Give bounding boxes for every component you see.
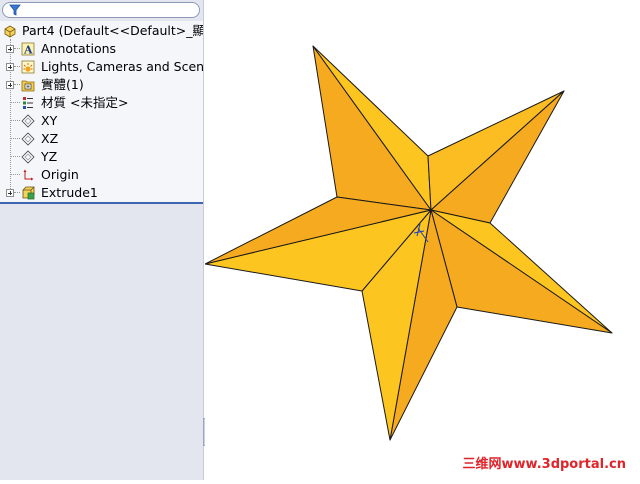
star-model[interactable]	[204, 0, 640, 480]
expand-toggle[interactable]	[6, 63, 14, 71]
tree-item-plane-xy[interactable]: XY	[0, 112, 203, 130]
material-icon	[23, 97, 33, 109]
feature-tree: Part4 (Default<<Default>_顯示: A Annotatio…	[0, 21, 203, 204]
filter-funnel-icon[interactable]	[9, 4, 21, 16]
feature-manager-panel: Part4 (Default<<Default>_顯示: A Annotatio…	[0, 0, 204, 480]
expand-toggle[interactable]	[6, 81, 14, 89]
plane-icon	[21, 132, 35, 146]
tree-item-label: Origin	[41, 167, 79, 182]
extrude-icon	[22, 186, 35, 200]
star-facet	[430, 209, 613, 334]
plane-icon	[21, 114, 35, 128]
tree-item-label: 實體(1)	[41, 77, 84, 92]
tree-item-extrude1[interactable]: Extrude1	[0, 184, 203, 202]
lights-icon	[21, 60, 35, 74]
feature-filter-bar[interactable]	[2, 2, 200, 18]
tree-item-label: Extrude1	[41, 185, 98, 200]
tree-item-plane-yz[interactable]: YZ	[0, 148, 203, 166]
expand-toggle[interactable]	[6, 189, 14, 197]
tree-item-solid-bodies[interactable]: 實體(1)	[0, 76, 203, 94]
annotations-icon: A	[21, 42, 35, 56]
svg-text:A: A	[23, 44, 33, 57]
tree-item-label: 材質 <未指定>	[41, 95, 129, 110]
tree-item-label: Annotations	[41, 41, 117, 56]
graphics-viewport[interactable]: 三维网www.3dportal.cn	[204, 0, 640, 480]
plane-icon	[21, 150, 35, 164]
tree-item-material[interactable]: 材質 <未指定>	[0, 94, 203, 112]
tree-bottom-divider	[0, 202, 203, 204]
tree-item-lights-cameras-scene[interactable]: Lights, Cameras and Scene	[0, 58, 203, 76]
tree-item-origin[interactable]: Origin	[0, 166, 203, 184]
tree-root-part[interactable]: Part4 (Default<<Default>_顯示:	[0, 22, 203, 40]
part-icon	[4, 25, 16, 38]
tree-item-label: XY	[41, 113, 58, 128]
tree-root-label: Part4 (Default<<Default>_顯示:	[22, 23, 203, 38]
tree-item-label: Lights, Cameras and Scene	[41, 59, 203, 74]
expand-toggle[interactable]	[6, 45, 14, 53]
solid-bodies-folder-icon	[21, 80, 35, 92]
origin-icon	[23, 169, 34, 181]
tree-item-label: YZ	[41, 149, 58, 164]
tree-item-plane-xz[interactable]: XZ	[0, 130, 203, 148]
tree-item-annotations[interactable]: A Annotations	[0, 40, 203, 58]
tree-item-label: XZ	[41, 131, 59, 146]
watermark-text: 三维网www.3dportal.cn	[462, 457, 626, 472]
